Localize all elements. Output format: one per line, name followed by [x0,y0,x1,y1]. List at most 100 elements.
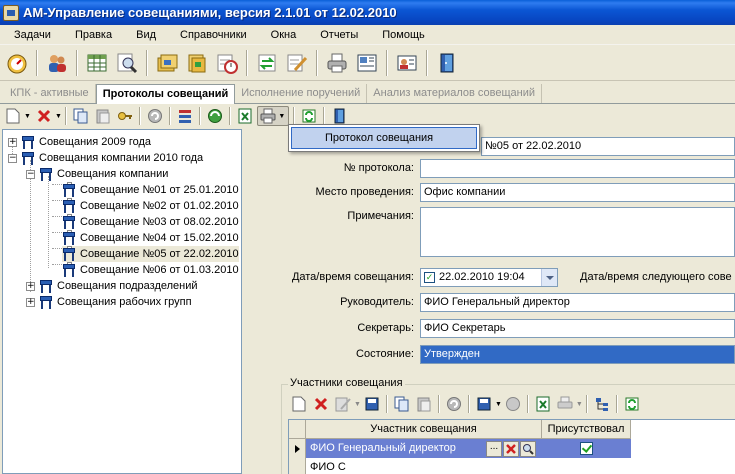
edit-dropdown-arrow-icon[interactable]: ▼ [354,401,361,408]
meeting-table-icon [39,295,53,309]
leader-field[interactable]: ФИО Генеральный директор [420,293,735,312]
meeting-name-field[interactable]: №05 от 22.02.2010 [481,137,735,156]
tree-node-meeting-04[interactable]: Совещание №04 от 15.02.2010 [62,229,239,246]
notes-field[interactable] [420,207,735,257]
tab-execution[interactable]: Исполнение поручений [235,84,368,103]
dashboard-button[interactable] [4,50,30,76]
participant-save-menu-button[interactable] [474,394,494,414]
participant-save-button[interactable] [362,394,382,414]
copy-button[interactable] [71,106,91,126]
participants-grid[interactable]: Участник совещания Присутствовал ФИО Ген… [288,419,735,474]
tree-node-meeting-06[interactable]: Совещание №06 от 01.03.2010 [62,261,239,278]
participant-reload-button[interactable] [622,394,642,414]
datetime-picker[interactable]: ✓ 22.02.2010 19:04 [420,268,558,287]
protocol-number-field[interactable] [420,159,735,178]
menu-view[interactable]: Вид [122,29,166,41]
tree-node-workgroups[interactable]: + Совещания рабочих групп [26,294,192,310]
tab-kpk-active[interactable]: КПК - активные [4,84,96,103]
tab-analysis[interactable]: Анализ материалов совещаний [367,84,542,103]
key-button[interactable] [115,106,135,126]
tree-node-meeting-05[interactable]: Совещание №05 от 22.02.2010 [62,245,239,262]
tree-node-2009[interactable]: + Совещания 2009 года [8,134,151,150]
print-dropdown-arrow-icon[interactable]: ▼ [576,401,583,408]
tree-node-meeting-01[interactable]: Совещание №01 от 25.01.2010 [62,181,239,198]
participant-edit-button[interactable] [333,394,353,414]
edit-document-button[interactable] [284,50,310,76]
delete-button[interactable] [34,106,54,126]
search-button[interactable] [520,440,536,457]
expand-plus-icon[interactable]: + [8,137,17,147]
schedule-button[interactable] [214,50,240,76]
participant-print-button[interactable] [555,394,575,414]
refresh-button[interactable] [205,106,225,126]
delete-dropdown-arrow-icon[interactable]: ▼ [55,113,62,120]
column-header-participant[interactable]: Участник совещания [306,420,542,439]
menu-reports[interactable]: Отчеты [306,29,368,41]
documents-button[interactable] [184,50,210,76]
tree-node-company[interactable]: − Совещания компании [26,166,168,182]
paste-button[interactable] [93,106,113,126]
table-button[interactable] [84,50,110,76]
exit-button[interactable] [434,50,460,76]
participant-name-cell[interactable]: ФИО Генеральный директор [306,439,482,458]
panel-splitter[interactable] [243,129,278,474]
meeting-tree[interactable]: + Совещания 2009 года − Совещания компан… [2,129,242,474]
meeting-protocol-icon [62,197,76,213]
participant-cancel-button[interactable] [503,394,523,414]
menu-edit[interactable]: Правка [61,29,122,41]
tab-protocols[interactable]: Протоколы совещаний [95,84,236,104]
participant-name-cell[interactable]: ФИО С [310,461,346,473]
users-button[interactable] [44,50,70,76]
collapse-minus-icon[interactable]: − [8,153,17,163]
table-icon [87,54,107,71]
menu-help[interactable]: Помощь [368,29,435,41]
clear-x-button[interactable] [503,440,519,457]
participant-tree-button[interactable] [592,394,612,414]
participant-undo-button[interactable] [444,394,464,414]
excel-export-button[interactable] [235,106,255,126]
notes-label: Примечания: [347,210,414,222]
new-dropdown-arrow-icon[interactable]: ▼ [24,113,31,120]
lookup-ellipsis-button[interactable]: ... [486,440,502,457]
datetime-checkbox[interactable]: ✓ [424,272,435,283]
participant-paste-button[interactable] [414,394,434,414]
contacts-button[interactable] [394,50,420,76]
folders-button[interactable] [154,50,180,76]
expand-plus-icon[interactable]: + [26,281,35,291]
present-cell[interactable] [542,439,631,458]
undo-button[interactable] [145,106,165,126]
new-button[interactable] [3,106,23,126]
participant-new-button[interactable] [289,394,309,414]
save-dropdown-arrow-icon[interactable]: ▼ [495,401,502,408]
state-select[interactable]: Утвержден [420,345,735,364]
report-button[interactable] [354,50,380,76]
table-row[interactable]: ФИО Генеральный директор ... [289,439,735,459]
participant-delete-button[interactable] [311,394,331,414]
expand-plus-icon[interactable]: + [26,297,35,307]
tree-node-2010[interactable]: − Совещания компании 2010 года [8,150,203,166]
menu-windows[interactable]: Окна [257,29,307,41]
place-field[interactable]: Офис компании [420,183,735,202]
tree-node-meeting-03[interactable]: Совещание №03 от 08.02.2010 [62,213,239,230]
table-row[interactable]: ФИО С [289,459,735,474]
reload-button[interactable] [299,106,319,126]
participant-copy-button[interactable] [392,394,412,414]
collapse-minus-icon[interactable]: − [26,169,35,179]
print-protocol-menu-item[interactable]: Протокол совещания [291,127,477,149]
column-header-present[interactable]: Присутствовал [542,420,631,439]
close-tab-button[interactable] [329,106,349,126]
print-button[interactable] [324,50,350,76]
print-menu-button[interactable]: ▼ [256,106,289,126]
present-checkbox[interactable] [580,442,593,455]
search-button[interactable] [114,50,140,76]
tree-node-departments[interactable]: + Совещания подразделений [26,278,198,294]
list-button[interactable] [175,106,195,126]
sync-button[interactable] [254,50,280,76]
secretary-field[interactable]: ФИО Секретарь [420,319,735,338]
reload-icon [625,397,639,411]
datetime-dropdown-icon[interactable] [541,269,557,286]
tree-node-meeting-02[interactable]: Совещание №02 от 01.02.2010 [62,197,239,214]
menu-tasks[interactable]: Задачи [0,29,61,41]
menu-references[interactable]: Справочники [166,29,257,41]
participant-excel-button[interactable] [533,394,553,414]
